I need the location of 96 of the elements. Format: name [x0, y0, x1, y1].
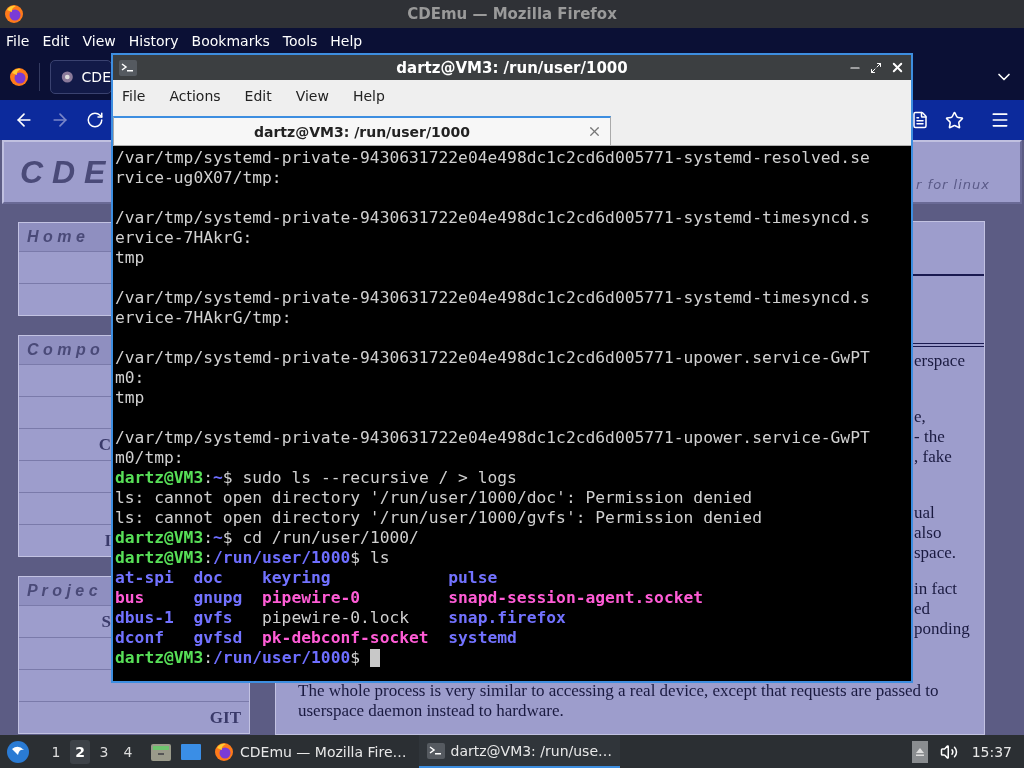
text-line: , fake [914, 447, 953, 467]
task-title: dartz@VM3: /run/use… [450, 742, 612, 759]
text-line: erspace [914, 351, 966, 371]
browser-tab[interactable]: CDE [50, 60, 112, 94]
file-name: pipewire-0.lock [262, 608, 411, 628]
text-line: e, [914, 407, 927, 427]
terminal-line: /var/tmp/systemd-private-9430631722e04e498dc1c2cd6d005771-upower.service-GwPT [115, 428, 870, 448]
sidebar-link[interactable]: GIT [209, 707, 241, 728]
text-line: ponding [914, 619, 971, 639]
section-heading: P r o j e c [27, 582, 98, 600]
window-icon[interactable] [180, 742, 202, 761]
file-manager-icon[interactable] [150, 741, 172, 762]
start-menu-icon[interactable] [6, 739, 30, 764]
terminal-tab[interactable]: dartz@VM3: /run/user/1000 [113, 116, 611, 145]
menu-item[interactable]: Edit [42, 33, 70, 49]
file-name: snap.firefox [448, 608, 567, 628]
text-line: ual [914, 503, 936, 523]
menu-item[interactable]: Actions [169, 88, 221, 104]
terminal-line: /var/tmp/systemd-private-9430631722e04e498dc1c2cd6d005771-systemd-timesyncd.s [115, 288, 870, 308]
menu-item[interactable]: History [128, 33, 179, 49]
menu-item[interactable]: Help [352, 88, 385, 104]
terminal-line: dartz@VM3:/run/user/1000$ ls [115, 548, 390, 568]
text-line: ed [914, 599, 932, 619]
menu-item[interactable]: File [6, 33, 30, 49]
file-name: keyring [262, 568, 332, 588]
file-name: dconf [115, 628, 165, 648]
terminal-line: ls: cannot open directory '/run/user/1000/gvfs': Permission denied [115, 508, 762, 528]
file-name: gnupg [193, 588, 244, 608]
firefox-icon [214, 741, 234, 762]
firefox-icon [4, 4, 24, 24]
file-name: pulse [448, 568, 499, 588]
site-logo: C D E [20, 153, 106, 191]
file-name: snapd-session-agent.socket [448, 588, 705, 608]
sidebar-link[interactable]: I [104, 530, 111, 551]
menu-item[interactable]: Bookmarks [191, 33, 270, 49]
section-heading: C o m p o [27, 341, 100, 359]
reload-icon[interactable] [86, 111, 104, 129]
terminal-line: /var/tmp/systemd-private-9430631722e04e498dc1c2cd6d005771-systemd-resolved.se [115, 148, 870, 168]
file-name: pk-debconf-socket [262, 628, 430, 648]
file-name: gvfs [193, 608, 234, 628]
firefox-icon [9, 67, 29, 87]
text-line: in fact [914, 579, 958, 599]
taskbar-task[interactable]: CDEmu — Mozilla Fire… [206, 735, 415, 768]
paragraph: The whole process is very similar to accessing a real device, except that requests are passed to userspace daemon instead to hardware. [298, 681, 940, 721]
terminal-icon [119, 59, 137, 76]
task-title: CDEmu — Mozilla Fire… [240, 743, 407, 760]
clock: 15:37 [971, 743, 1012, 760]
workspace-button[interactable]: 3 [94, 739, 114, 764]
file-name: dbus-1 [115, 608, 175, 628]
window-title: CDEmu — Mozilla Firefox [407, 5, 617, 23]
volume-icon[interactable] [939, 742, 958, 761]
file-name: systemd [448, 628, 518, 648]
workspace-button[interactable]: 2 [70, 739, 90, 764]
terminal-line: dartz@VM3:~$ cd /run/user/1000/ [115, 528, 419, 548]
menu-item[interactable]: View [295, 88, 329, 104]
text-line: space. [914, 543, 957, 563]
workspace-button[interactable]: 4 [118, 739, 138, 764]
text-line: also [914, 523, 943, 543]
menu-item[interactable]: File [122, 88, 146, 104]
terminal-line: dartz@VM3:/run/user/1000$ [115, 648, 361, 668]
menu-item[interactable]: Help [330, 33, 363, 49]
terminal-line: tmp [115, 248, 145, 268]
terminal-line: /var/tmp/systemd-private-9430631722e04e498dc1c2cd6d005771-systemd-timesyncd.s [115, 208, 870, 228]
menu-item[interactable]: View [82, 33, 116, 49]
file-name: gvfsd [193, 628, 244, 648]
site-tagline: r for linux [916, 177, 990, 192]
eject-icon[interactable] [911, 740, 928, 763]
terminal-line: tmp [115, 388, 145, 408]
terminal-line: dartz@VM3:~$ sudo ls --recursive / > logs [115, 468, 517, 488]
file-name: pipewire-0 [262, 588, 362, 608]
terminal-line: ervice-7HAkrG: [115, 228, 253, 248]
sidebar-link[interactable]: C [98, 434, 111, 455]
terminal-line: m0/tmp: [115, 448, 184, 468]
favicon-icon [61, 69, 74, 85]
terminal-line: m0: [115, 368, 145, 388]
star-icon[interactable] [945, 110, 964, 130]
window-title: dartz@VM3: /run/user/1000 [396, 58, 628, 77]
terminal-icon [426, 742, 445, 759]
maximize-icon[interactable] [870, 61, 882, 74]
sidebar-link[interactable]: S [101, 611, 111, 632]
terminal-line: rvice-ug0X07/tmp: [115, 168, 282, 188]
file-name: bus [115, 588, 146, 608]
close-icon[interactable] [890, 60, 905, 75]
text-line: - the [914, 427, 946, 447]
reader-view-icon[interactable] [911, 111, 929, 129]
workspace-button[interactable]: 1 [46, 739, 66, 764]
file-name: doc [193, 568, 224, 588]
terminal-line: ervice-7HAkrG/tmp: [115, 308, 292, 328]
menu-icon[interactable] [990, 110, 1010, 130]
terminal-line: ls: cannot open directory '/run/user/1000/doc': Permission denied [115, 488, 753, 508]
section-heading: H o m e [27, 228, 85, 246]
terminal-line: /var/tmp/systemd-private-9430631722e04e498dc1c2cd6d005771-upower.service-GwPT [115, 348, 870, 368]
menu-item[interactable]: Edit [244, 88, 272, 104]
file-name: at-spi [115, 568, 175, 588]
taskbar-task[interactable]: dartz@VM3: /run/use… [418, 735, 620, 768]
menu-item[interactable]: Tools [282, 33, 318, 49]
